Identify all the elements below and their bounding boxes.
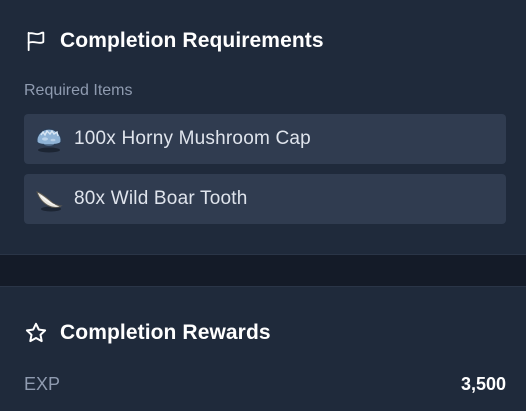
rewards-title: Completion Rewards bbox=[60, 321, 271, 344]
required-item-label: 100x Horny Mushroom Cap bbox=[74, 128, 311, 149]
required-item-label: 80x Wild Boar Tooth bbox=[74, 188, 248, 209]
required-items-subheading: Required Items bbox=[24, 82, 133, 99]
mushroom-cap-icon bbox=[32, 122, 66, 156]
boar-tooth-icon bbox=[32, 182, 66, 216]
requirements-header: Completion Requirements bbox=[24, 29, 324, 53]
star-icon bbox=[24, 321, 48, 345]
flag-icon bbox=[24, 29, 48, 53]
requirements-title: Completion Requirements bbox=[60, 29, 324, 52]
required-item-row[interactable]: 80x Wild Boar Tooth bbox=[24, 174, 506, 224]
required-item-row[interactable]: 100x Horny Mushroom Cap bbox=[24, 114, 506, 164]
requirements-panel: Completion Requirements Required Items 1… bbox=[0, 0, 526, 255]
exp-label: EXP bbox=[24, 374, 61, 394]
exp-reward-row: EXP 3,500 bbox=[24, 374, 506, 395]
rewards-header: Completion Rewards bbox=[24, 321, 271, 345]
exp-value: 3,500 bbox=[460, 374, 506, 394]
